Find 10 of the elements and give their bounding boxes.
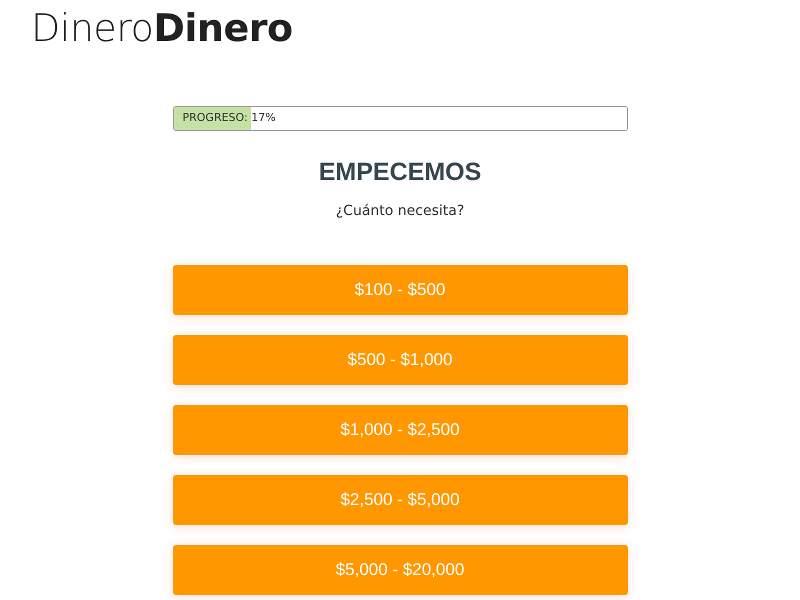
logo: DineroDinero — [31, 9, 293, 49]
amount-option-button[interactable]: $2,500 - $5,000 — [172, 475, 628, 525]
progress-reading: 17% — [251, 111, 276, 124]
amount-option-button[interactable]: $100 - $500 — [172, 265, 628, 315]
progress-label: PROGRESO: — [182, 111, 248, 124]
page-heading: EMPECEMOS — [318, 157, 482, 188]
amount-option-button[interactable]: $5,000 - $20,000 — [172, 545, 628, 595]
amount-option-button[interactable]: $500 - $1,000 — [172, 335, 628, 385]
amount-option-button[interactable]: $1,000 - $2,500 — [172, 405, 628, 455]
question-text: ¿Cuánto necesita? — [334, 202, 466, 221]
